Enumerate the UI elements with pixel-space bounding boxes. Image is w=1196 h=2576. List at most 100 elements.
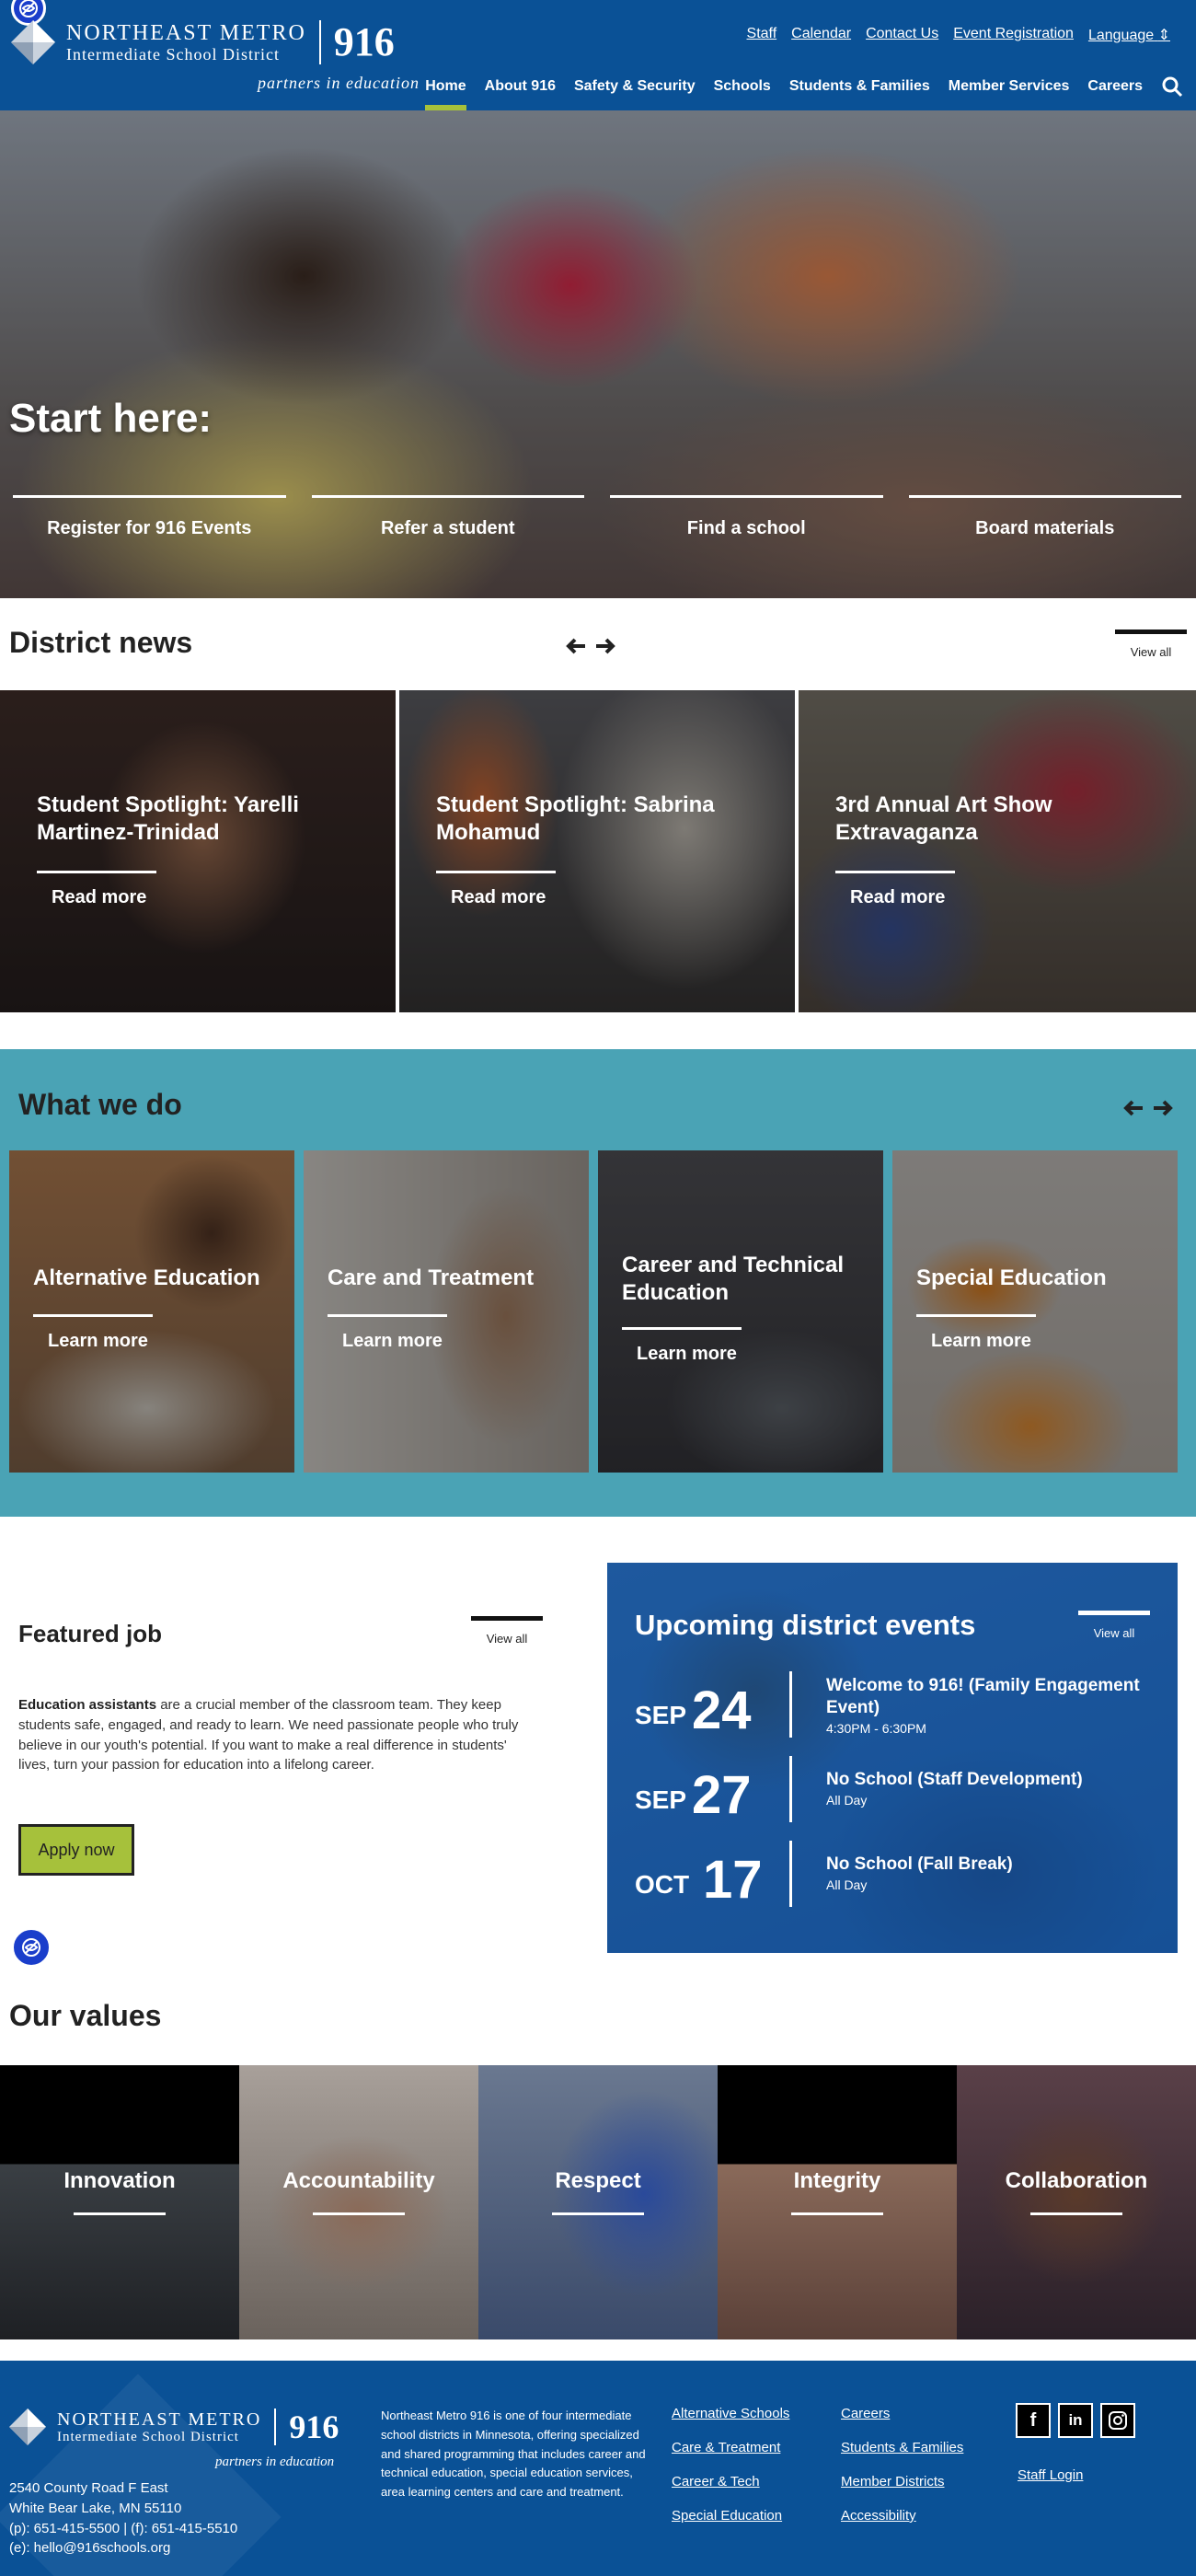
email: (e): hello@916schools.org xyxy=(9,2540,171,2557)
news-view-all[interactable]: View all xyxy=(1115,630,1187,659)
whatwedo-card-title: Career and Technical Education xyxy=(622,1253,844,1305)
footer-address: 2540 County Road F East White Bear Lake,… xyxy=(9,2478,237,2559)
job-lead: Education assistants xyxy=(18,1697,157,1713)
accessibility-icon[interactable] xyxy=(11,1927,52,1968)
hero-link-refer[interactable]: Refer a student xyxy=(311,495,584,539)
nav-careers[interactable]: Careers xyxy=(1087,78,1143,104)
value-title: Respect xyxy=(555,2168,641,2193)
site-header: NORTHEAST METRO Intermediate School Dist… xyxy=(0,0,1196,111)
hero-banner: Start here: Register for 916 Events Refe… xyxy=(0,110,1196,598)
event-divider xyxy=(789,1756,792,1822)
linkedin-icon[interactable]: in xyxy=(1058,2403,1093,2438)
learn-more-link[interactable]: Learn more xyxy=(48,1331,148,1352)
event-month: SEP xyxy=(635,1701,687,1729)
news-card-1[interactable]: Student Spotlight: Yarelli Martinez-Trin… xyxy=(0,690,396,1012)
utility-staff-link[interactable]: Staff xyxy=(747,26,777,44)
phone-fax: (p): 651-415-5500 | (f): 651-415-5510 xyxy=(9,2520,238,2536)
footer-links-col1: Alternative Schools Care & Treatment Car… xyxy=(672,2407,789,2543)
whatwedo-card-title: Alternative Education xyxy=(33,1265,260,1290)
footer-links-col2: Careers Students & Families Member Distr… xyxy=(841,2407,963,2543)
language-label: Language xyxy=(1087,28,1155,43)
footer-link-special-education[interactable]: Special Education xyxy=(672,2509,789,2523)
footer-link-accessibility[interactable]: Accessibility xyxy=(841,2509,963,2523)
logo-line1: NORTHEAST METRO xyxy=(66,21,306,45)
learn-more-link[interactable]: Learn more xyxy=(637,1344,737,1365)
utility-event-registration-link[interactable]: Event Registration xyxy=(953,26,1074,44)
read-more-link[interactable]: Read more xyxy=(52,887,146,908)
staff-login-link[interactable]: Staff Login xyxy=(1018,2467,1083,2483)
hero-link-find-school[interactable]: Find a school xyxy=(610,495,883,539)
nav-about[interactable]: About 916 xyxy=(485,78,556,104)
utility-calendar-link[interactable]: Calendar xyxy=(791,26,851,44)
job-view-all[interactable]: View all xyxy=(471,1616,543,1646)
instagram-icon[interactable] xyxy=(1100,2403,1135,2438)
news-carousel-arrows xyxy=(565,635,616,657)
event-item[interactable]: SEP 24 Welcome to 916! (Family Engagemen… xyxy=(635,1671,1150,1738)
card-divider xyxy=(328,1314,447,1317)
card-divider xyxy=(622,1327,742,1330)
address-line: 2540 County Road F East xyxy=(9,2480,168,2496)
events-panel: Upcoming district events View all SEP 24… xyxy=(607,1563,1178,1953)
footer-logo[interactable]: NORTHEAST METRO Intermediate School Dist… xyxy=(9,2409,339,2445)
whatwedo-card-title: Care and Treatment xyxy=(328,1265,535,1290)
utility-contact-link[interactable]: Contact Us xyxy=(866,26,938,44)
nav-students-families[interactable]: Students & Families xyxy=(789,78,930,104)
district-news-title: District news xyxy=(9,626,193,659)
value-divider xyxy=(552,2212,644,2215)
footer-link-alternative-schools[interactable]: Alternative Schools xyxy=(672,2407,789,2420)
value-title: Accountability xyxy=(282,2168,435,2193)
whatwedo-card-special-education[interactable]: Special Education Learn more xyxy=(892,1150,1178,1473)
news-card-title: Student Spotlight: Yarelli Martinez-Trin… xyxy=(37,792,299,845)
news-card-title: 3rd Annual Art Show Extravaganza xyxy=(835,792,1052,845)
event-divider xyxy=(789,1671,792,1738)
footer-link-careers[interactable]: Careers xyxy=(841,2407,963,2420)
value-title: Integrity xyxy=(793,2168,881,2193)
event-item[interactable]: SEP 27 No School (Staff Development) All… xyxy=(635,1756,1150,1822)
footer-link-care-treatment[interactable]: Care & Treatment xyxy=(672,2441,789,2455)
nav-safety[interactable]: Safety & Security xyxy=(574,78,696,104)
footer-about: Northeast Metro 916 is one of four inter… xyxy=(381,2409,646,2500)
our-values-title: Our values xyxy=(9,1999,162,2032)
arrow-left-icon[interactable] xyxy=(565,635,587,657)
footer-link-students-families[interactable]: Students & Families xyxy=(841,2441,963,2455)
what-we-do-title: What we do xyxy=(18,1088,182,1121)
arrow-left-icon[interactable] xyxy=(1122,1097,1144,1119)
news-card-title: Student Spotlight: Sabrina Mohamud xyxy=(436,792,715,845)
nav-member-services[interactable]: Member Services xyxy=(949,78,1070,104)
arrow-right-icon[interactable] xyxy=(594,635,616,657)
whatwedo-card-career-technical[interactable]: Career and Technical Education Learn mor… xyxy=(598,1150,883,1473)
language-select[interactable]: Language ⇕ xyxy=(1088,26,1170,44)
arrow-right-icon[interactable] xyxy=(1152,1097,1174,1119)
events-view-all[interactable]: View all xyxy=(1078,1611,1150,1640)
hero-links: Register for 916 Events Refer a student … xyxy=(13,495,1181,539)
sort-arrows-icon: ⇕ xyxy=(1157,28,1170,43)
news-card-3[interactable]: 3rd Annual Art Show Extravaganza Read mo… xyxy=(799,690,1196,1012)
facebook-icon[interactable]: f xyxy=(1016,2403,1051,2438)
footer-link-career-tech[interactable]: Career & Tech xyxy=(672,2475,789,2489)
whatwedo-card-care-treatment[interactable]: Care and Treatment Learn more xyxy=(304,1150,589,1473)
value-respect: Respect xyxy=(478,2065,718,2339)
search-icon[interactable] xyxy=(1161,75,1183,107)
news-card-2[interactable]: Student Spotlight: Sabrina Mohamud Read … xyxy=(399,690,795,1012)
footer-link-member-districts[interactable]: Member Districts xyxy=(841,2475,963,2489)
learn-more-link[interactable]: Learn more xyxy=(342,1331,443,1352)
value-divider xyxy=(791,2212,883,2215)
read-more-link[interactable]: Read more xyxy=(850,887,945,908)
nav-schools[interactable]: Schools xyxy=(714,78,771,104)
apply-now-button[interactable]: Apply now xyxy=(18,1824,134,1876)
event-name: No School (Fall Break) xyxy=(826,1854,1013,1874)
hero-link-board[interactable]: Board materials xyxy=(908,495,1181,539)
hero-link-register[interactable]: Register for 916 Events xyxy=(13,495,286,539)
read-more-link[interactable]: Read more xyxy=(451,887,546,908)
value-title: Collaboration xyxy=(1005,2168,1148,2193)
site-logo[interactable]: NORTHEAST METRO Intermediate School Dist… xyxy=(11,20,395,64)
event-item[interactable]: OCT 17 No School (Fall Break) All Day xyxy=(635,1841,1150,1907)
logo-line2: Intermediate School District xyxy=(66,45,280,64)
whatwedo-card-alternative-education[interactable]: Alternative Education Learn more xyxy=(9,1150,294,1473)
value-innovation: Innovation xyxy=(0,2065,239,2339)
learn-more-link[interactable]: Learn more xyxy=(931,1331,1031,1352)
tagline: partners in education xyxy=(258,74,420,92)
logo-number: 916 xyxy=(274,2409,339,2445)
job-description: Education assistants are a crucial membe… xyxy=(18,1695,534,1775)
nav-home[interactable]: Home xyxy=(425,78,467,111)
